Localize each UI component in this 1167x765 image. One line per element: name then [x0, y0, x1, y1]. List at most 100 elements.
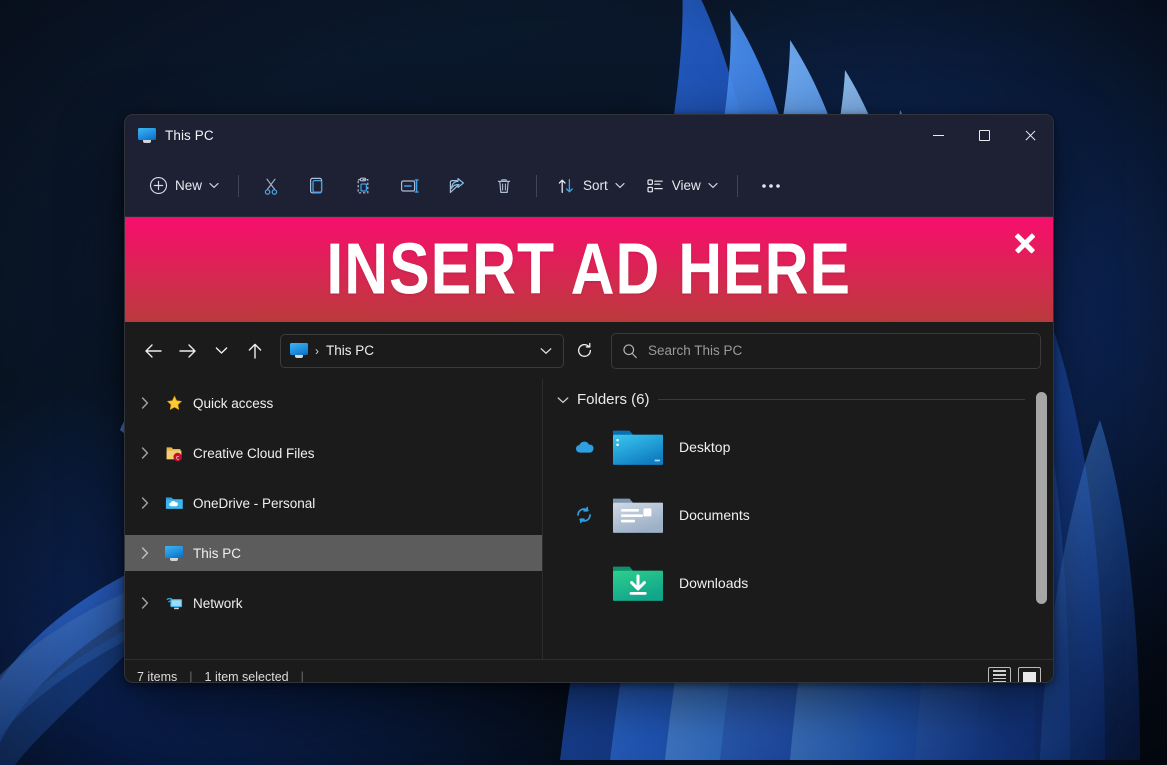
list-item[interactable]: Documents [557, 486, 1053, 544]
onedrive-folder-icon [164, 494, 184, 512]
back-button[interactable] [136, 334, 170, 368]
share-icon [447, 176, 468, 196]
toolbar-divider [238, 175, 239, 197]
chevron-down-icon[interactable] [557, 396, 569, 404]
star-icon [164, 394, 184, 412]
toolbar-divider-2 [536, 175, 537, 197]
navigation-pane: Quick access c Creative Cloud Files [125, 379, 543, 659]
share-button[interactable] [434, 168, 481, 204]
maximize-icon [979, 130, 990, 141]
sort-arrows-icon [556, 176, 576, 196]
up-arrow-icon [247, 342, 263, 360]
address-bar[interactable]: › This PC [280, 334, 564, 368]
chevron-down-icon [615, 182, 625, 189]
refresh-button[interactable] [568, 335, 600, 367]
item-name: Downloads [679, 575, 748, 591]
toolbar-divider-3 [737, 175, 738, 197]
rename-button[interactable] [386, 168, 434, 204]
breadcrumb-this-pc[interactable]: This PC [326, 343, 374, 358]
expand-chevron-icon[interactable] [135, 597, 155, 609]
new-label: New [175, 178, 202, 193]
window-controls [915, 115, 1053, 155]
maximize-button[interactable] [961, 115, 1007, 155]
minimize-button[interactable] [915, 115, 961, 155]
command-toolbar: New [125, 155, 1053, 217]
sort-label: Sort [583, 178, 608, 193]
see-more-icon [760, 182, 782, 190]
search-box[interactable]: Search This PC [611, 333, 1041, 369]
delete-trash-icon [494, 176, 514, 196]
expand-chevron-icon[interactable] [135, 447, 155, 459]
ad-text: INSERT AD HERE [327, 228, 852, 310]
this-pc-monitor-icon [290, 343, 308, 358]
large-icons-view-icon [1023, 672, 1036, 682]
up-button[interactable] [238, 334, 272, 368]
creative-cloud-folder-icon: c [164, 444, 184, 462]
network-icon [164, 594, 184, 612]
group-divider [658, 399, 1025, 400]
item-name: Documents [679, 507, 750, 523]
list-item[interactable]: Downloads [557, 554, 1053, 612]
advertisement-banner[interactable]: INSERT AD HERE [125, 217, 1053, 322]
explorer-body: Quick access c Creative Cloud Files [125, 379, 1053, 659]
address-dropdown-button[interactable] [535, 339, 557, 363]
status-separator-2: | [301, 670, 304, 684]
content-scrollbar[interactable] [1036, 389, 1047, 649]
selection-label: 1 item selected [205, 670, 289, 684]
window-title-bar: This PC [125, 115, 1053, 155]
sidebar-item-network[interactable]: Network [125, 585, 542, 621]
cut-button[interactable] [248, 168, 294, 204]
chevron-down-icon [209, 182, 219, 189]
minimize-icon [933, 135, 944, 136]
window-title: This PC [165, 128, 214, 143]
sidebar-item-label: OneDrive - Personal [193, 496, 315, 511]
expand-chevron-icon[interactable] [135, 547, 155, 559]
details-view-button[interactable] [988, 667, 1011, 684]
forward-button[interactable] [170, 334, 204, 368]
status-separator: | [189, 670, 192, 684]
see-more-button[interactable] [747, 168, 795, 204]
sort-button[interactable]: Sort [546, 168, 635, 204]
copy-icon [307, 176, 327, 196]
list-item[interactable]: Desktop [557, 418, 1053, 476]
expand-chevron-icon[interactable] [135, 397, 155, 409]
recent-locations-button[interactable] [204, 334, 238, 368]
this-pc-monitor-icon [138, 128, 156, 143]
documents-folder-icon [611, 493, 665, 537]
expand-chevron-icon[interactable] [135, 497, 155, 509]
copy-button[interactable] [294, 168, 340, 204]
breadcrumb-separator: › [315, 344, 319, 358]
item-count-label: 7 items [137, 670, 177, 684]
close-window-button[interactable] [1007, 115, 1053, 155]
sidebar-item-label: Network [193, 596, 243, 611]
sidebar-item-creative-cloud-files[interactable]: c Creative Cloud Files [125, 435, 542, 471]
scrollbar-thumb[interactable] [1036, 392, 1047, 604]
sidebar-item-label: Creative Cloud Files [193, 446, 315, 461]
sidebar-item-quick-access[interactable]: Quick access [125, 385, 542, 421]
view-mode-buttons [988, 667, 1041, 684]
desktop-folder-icon [611, 425, 665, 469]
chevron-down-icon [708, 182, 718, 189]
large-icons-view-button[interactable] [1018, 667, 1041, 684]
rename-icon [399, 176, 421, 196]
navigation-bar: › This PC Search This PC [125, 322, 1053, 379]
view-label: View [672, 178, 701, 193]
paste-clipboard-icon [353, 176, 373, 196]
item-name: Desktop [679, 439, 730, 455]
delete-button[interactable] [481, 168, 527, 204]
refresh-icon [576, 342, 593, 359]
view-button[interactable]: View [635, 168, 728, 204]
folders-group-header[interactable]: Folders (6) [557, 391, 1053, 408]
sidebar-item-label: This PC [193, 546, 241, 561]
new-button[interactable]: New [139, 168, 229, 204]
file-explorer-window: This PC New [124, 114, 1054, 683]
details-view-icon [993, 670, 1006, 682]
search-input[interactable]: Search This PC [648, 343, 742, 358]
ad-close-button[interactable] [1011, 228, 1039, 256]
sidebar-item-onedrive-personal[interactable]: OneDrive - Personal [125, 485, 542, 521]
back-arrow-icon [144, 343, 163, 359]
sidebar-item-this-pc[interactable]: This PC [125, 535, 542, 571]
paste-button[interactable] [340, 168, 386, 204]
svg-text:c: c [176, 454, 179, 461]
group-label: Folders (6) [577, 391, 650, 408]
